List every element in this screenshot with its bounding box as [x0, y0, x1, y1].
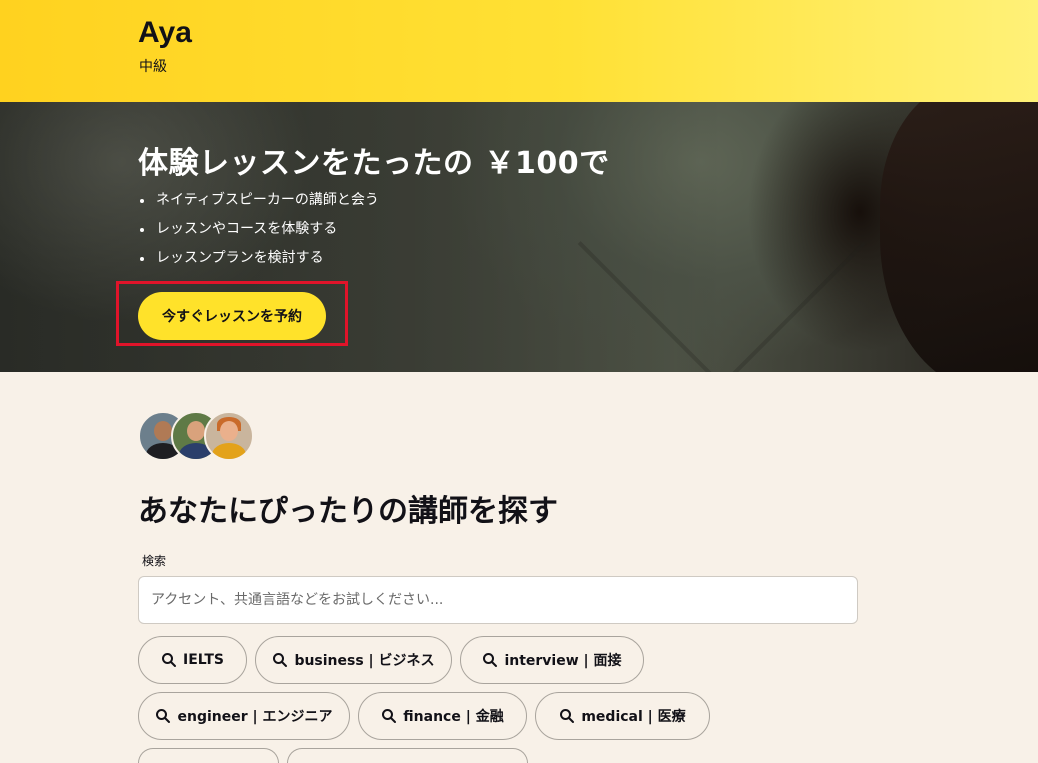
chip-engineer[interactable]: engineer | エンジニア [138, 692, 350, 740]
search-icon [156, 709, 171, 723]
find-tutor-title: あなたにぴったりの講師を探す [138, 494, 558, 529]
search-icon [382, 709, 397, 723]
hero-bullet: レッスンプランを検討する [138, 248, 379, 277]
chip-label: finance | 金融 [403, 709, 504, 725]
chip-finance[interactable]: finance | 金融 [358, 692, 527, 740]
chip-ielts[interactable]: IELTS [138, 636, 247, 684]
avatar [204, 411, 254, 461]
tutor-level: 中級 [139, 59, 167, 75]
chip-label: IELTS [182, 652, 224, 668]
chip-label: interview | 面接 [504, 653, 622, 669]
chip-partial[interactable] [138, 748, 279, 763]
chip-medical[interactable]: medical | 医療 [535, 692, 710, 740]
search-icon [560, 709, 575, 723]
hero-bullet: ネイティブスピーカーの講師と会う [138, 190, 379, 219]
search-icon [483, 653, 498, 667]
tutor-name: Aya [138, 16, 192, 49]
tutor-avatars [138, 411, 258, 461]
hero-title: 体験レッスンをたったの ￥100で [138, 146, 610, 181]
chip-partial[interactable] [287, 748, 528, 763]
trial-lesson-banner: 体験レッスンをたったの ￥100で ネイティブスピーカーの講師と会う レッスンや… [0, 102, 1038, 372]
search-icon [273, 653, 288, 667]
chip-label: engineer | エンジニア [177, 709, 333, 725]
search-label: 検索 [142, 554, 167, 568]
chip-label: medical | 医療 [581, 709, 686, 725]
hero-bullet-list: ネイティブスピーカーの講師と会う レッスンやコースを体験する レッスンプランを検… [138, 190, 379, 277]
search-input[interactable] [138, 576, 858, 624]
chip-interview[interactable]: interview | 面接 [460, 636, 644, 684]
book-lesson-button[interactable]: 今すぐレッスンを予約 [138, 292, 326, 340]
search-icon [161, 653, 176, 667]
tutor-header: Aya 中級 [0, 0, 1038, 102]
chip-label: business | ビジネス [294, 653, 435, 669]
hero-bullet: レッスンやコースを体験する [138, 219, 379, 248]
chip-business[interactable]: business | ビジネス [255, 636, 452, 684]
